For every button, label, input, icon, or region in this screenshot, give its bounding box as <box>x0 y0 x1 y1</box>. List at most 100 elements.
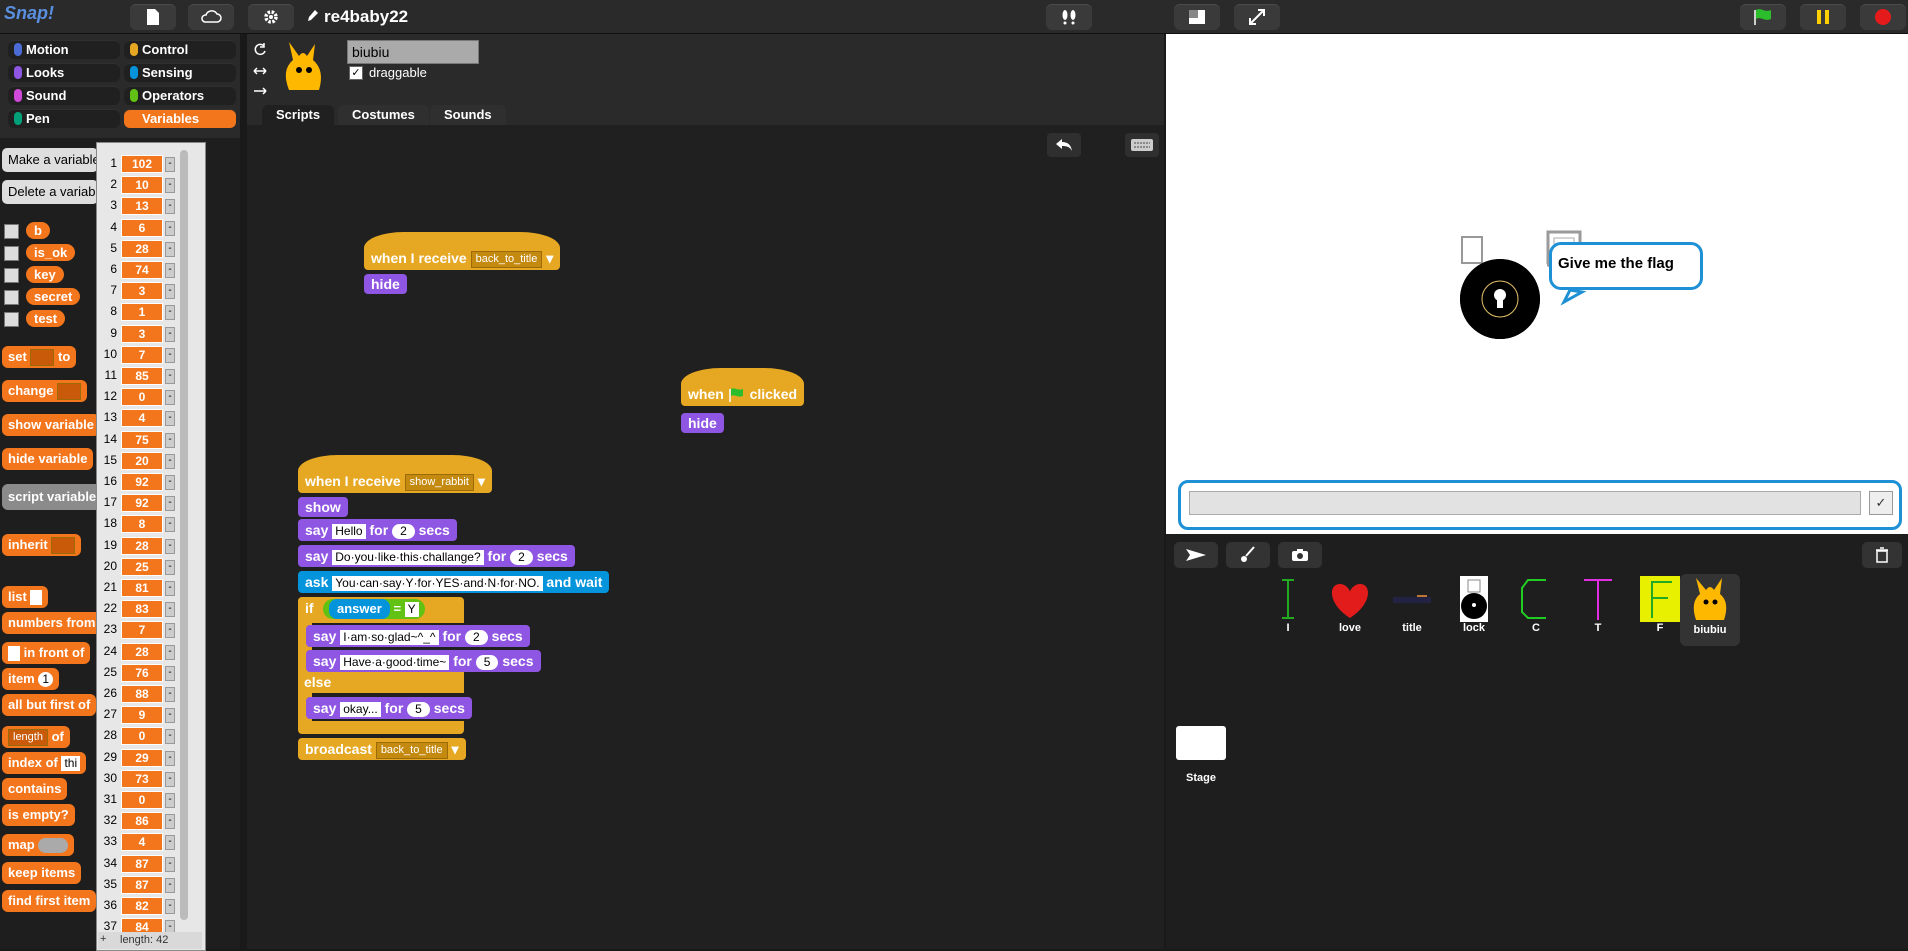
list-value[interactable]: 10 <box>121 176 163 195</box>
hide-variable-block[interactable]: hide variable <box>2 448 94 470</box>
tab-scripts[interactable]: Scripts <box>262 105 335 125</box>
list-item-delete[interactable]: - <box>165 241 175 257</box>
list-value[interactable]: 8 <box>121 515 163 534</box>
category-operators[interactable]: Operators <box>124 86 236 105</box>
sprite-F[interactable]: F <box>1634 576 1686 642</box>
var-is-ok[interactable]: is_ok <box>26 244 76 261</box>
var-checkbox-secret[interactable] <box>4 290 19 305</box>
list-value[interactable]: 25 <box>121 557 163 576</box>
list-value[interactable]: 7 <box>121 621 163 640</box>
confirm-answer-button[interactable]: ✓ <box>1869 491 1893 515</box>
list-item-delete[interactable]: - <box>165 220 175 236</box>
list-value[interactable]: 85 <box>121 367 163 385</box>
keep-items-block[interactable]: keep items <box>2 862 82 884</box>
numbers-from-block[interactable]: numbers from <box>2 612 102 634</box>
stage-thumbnail[interactable] <box>1176 726 1226 760</box>
hide-block[interactable]: hide <box>681 413 724 433</box>
item-block[interactable]: item 1 <box>2 668 60 690</box>
list-item-delete[interactable]: - <box>165 284 175 300</box>
list-item-delete[interactable]: - <box>165 326 175 342</box>
list-item-delete[interactable]: - <box>165 369 175 384</box>
list-item-delete[interactable]: - <box>165 517 175 533</box>
var-checkbox-b[interactable] <box>4 224 19 239</box>
category-variables[interactable]: Variables <box>124 109 236 128</box>
list-item-delete[interactable]: - <box>165 411 175 427</box>
list-value[interactable]: 88 <box>121 685 163 703</box>
list-block[interactable]: list <box>2 586 49 608</box>
change-block[interactable]: change <box>2 380 88 402</box>
list-watcher[interactable]: 1 102-2 10-3 13-4 6-5 28-6 74-7 3-8 1-9 3-10 7-11 8… <box>96 142 206 951</box>
inherit-block[interactable]: inherit <box>2 534 82 556</box>
when-i-receive-hat[interactable]: when I receive back_to_title ▾ <box>364 232 561 270</box>
in-front-of-block[interactable]: in front of <box>2 642 91 664</box>
sprite-love[interactable]: love <box>1324 576 1376 642</box>
scripts-area[interactable]: when I receive back_to_title ▾ hide when… <box>247 125 1164 949</box>
list-value[interactable]: 3 <box>121 324 163 343</box>
pause-button[interactable] <box>1800 4 1846 30</box>
no-rotate-icon[interactable] <box>253 86 267 96</box>
broadcast-block[interactable]: broadcast back_to_title ▾ <box>298 738 466 760</box>
list-item-delete[interactable]: - <box>165 178 175 194</box>
tab-sounds[interactable]: Sounds <box>430 105 506 125</box>
list-value[interactable]: 86 <box>121 812 163 831</box>
undo-button[interactable] <box>1047 133 1081 157</box>
draggable-checkbox[interactable]: ✓ <box>349 66 363 80</box>
hide-block[interactable]: hide <box>364 274 407 294</box>
var-checkbox-test[interactable] <box>4 312 19 327</box>
list-item-delete[interactable]: - <box>165 305 175 321</box>
list-value[interactable]: 87 <box>121 875 163 894</box>
stage-size-button[interactable] <box>1174 4 1220 30</box>
list-item-delete[interactable]: - <box>165 157 175 172</box>
category-sound[interactable]: Sound <box>8 86 120 105</box>
list-item-delete[interactable]: - <box>165 199 175 215</box>
list-value[interactable]: 76 <box>121 663 163 682</box>
sprite-T[interactable]: T <box>1572 576 1624 642</box>
list-item-delete[interactable]: - <box>165 665 175 681</box>
list-item-delete[interactable]: - <box>165 581 175 596</box>
sprite-title[interactable]: title <box>1386 576 1438 642</box>
var-checkbox-key[interactable] <box>4 268 19 283</box>
sprite-biubiu-selected[interactable]: biubiu <box>1680 574 1740 646</box>
list-item-delete[interactable]: - <box>165 559 175 575</box>
show-variable-block[interactable]: show variable <box>2 414 100 436</box>
list-value[interactable]: 73 <box>121 769 163 788</box>
length-of-block[interactable]: length of <box>2 726 70 748</box>
list-value[interactable]: 83 <box>121 600 163 619</box>
var-checkbox-is-ok[interactable] <box>4 246 19 261</box>
sprite-C[interactable]: C <box>1510 576 1562 642</box>
cloud-menu-button[interactable] <box>188 4 234 30</box>
file-menu-button[interactable] <box>130 4 176 30</box>
ask-and-wait-block[interactable]: ask You·can·say·Y·for·YES·and·N·for·NO. … <box>298 571 610 593</box>
turtle-button[interactable] <box>1174 542 1218 568</box>
index-of-block[interactable]: index of thi <box>2 752 87 774</box>
script-variables-block[interactable]: script variables <box>2 484 110 510</box>
list-value[interactable]: 20 <box>121 451 163 470</box>
make-variable-button[interactable]: Make a variable <box>2 148 98 172</box>
var-secret[interactable]: secret <box>26 288 81 305</box>
list-item-delete[interactable]: - <box>165 687 175 702</box>
category-motion[interactable]: Motion <box>8 40 120 59</box>
camera-sprite-button[interactable] <box>1278 542 1322 568</box>
list-value[interactable]: 74 <box>121 261 163 279</box>
say-for-block[interactable]: say Have·a·good·time~ for 5 secs <box>306 650 541 672</box>
sprite-I[interactable]: I <box>1262 576 1314 642</box>
list-item-delete[interactable]: - <box>165 877 175 893</box>
presentation-mode-button[interactable] <box>1234 4 1280 30</box>
tab-costumes[interactable]: Costumes <box>338 105 429 125</box>
list-value[interactable]: 0 <box>121 791 163 809</box>
project-title[interactable]: re4baby22 <box>324 7 408 27</box>
sprite-name-field[interactable]: biubiu <box>347 40 479 64</box>
list-item-delete[interactable]: - <box>165 750 175 766</box>
list-item-delete[interactable]: - <box>165 496 175 512</box>
unused-blocks-button[interactable] <box>1046 4 1092 30</box>
equals-predicate[interactable]: answer = Y <box>323 599 425 619</box>
list-value[interactable]: 28 <box>121 239 163 258</box>
contains-block[interactable]: contains <box>2 778 68 800</box>
list-value[interactable]: 13 <box>121 197 163 216</box>
when-i-receive-hat[interactable]: when I receive show_rabbit ▾ <box>298 455 492 493</box>
category-looks[interactable]: Looks <box>8 63 120 82</box>
list-value[interactable]: 1 <box>121 303 163 322</box>
snap-logo[interactable]: Snap! <box>4 3 54 24</box>
list-value[interactable]: 29 <box>121 748 163 767</box>
list-item-delete[interactable]: - <box>165 347 175 363</box>
